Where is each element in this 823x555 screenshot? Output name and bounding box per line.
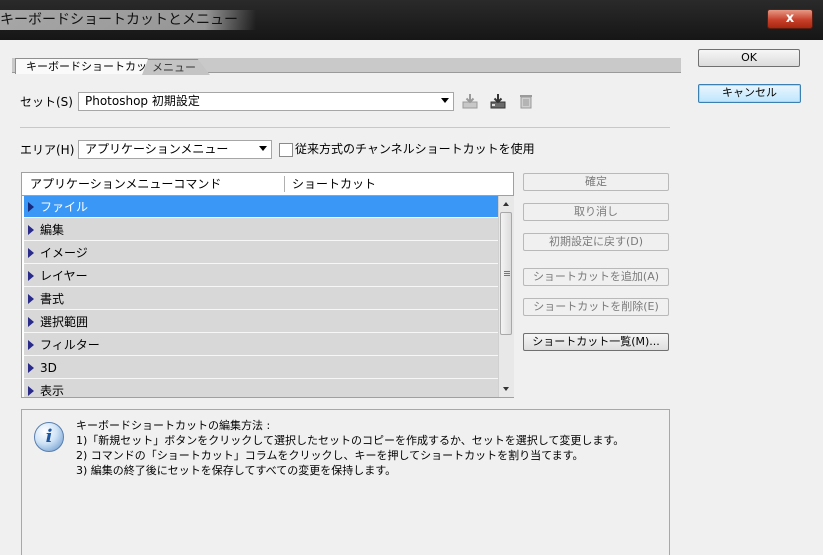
ok-button[interactable]: OK <box>698 49 800 67</box>
window-title: キーボードショートカットとメニュー <box>0 10 256 30</box>
expand-triangle-icon[interactable] <box>28 317 34 327</box>
undo-button[interactable]: 取り消し <box>523 203 669 221</box>
set-dropdown[interactable]: Photoshop 初期設定 <box>78 92 454 111</box>
grip-line <box>504 275 510 276</box>
table-row[interactable]: フィルター <box>24 334 498 356</box>
save-set-as-icon[interactable] <box>489 92 507 110</box>
expand-triangle-icon[interactable] <box>28 225 34 235</box>
reset-default-button[interactable]: 初期設定に戻す(D) <box>523 233 669 251</box>
separator <box>20 127 670 128</box>
tab-keyboard-shortcuts[interactable]: キーボードショートカット <box>15 58 159 74</box>
table-row[interactable]: 編集 <box>24 219 498 241</box>
delete-set-icon[interactable] <box>517 92 535 110</box>
table-row[interactable]: 3D <box>24 357 498 379</box>
table-row[interactable]: レイヤー <box>24 265 498 287</box>
set-label: セット(S) : <box>20 95 81 109</box>
legacy-shortcuts-label: 従来方式のチャンネルショートカットを使用 <box>295 142 535 156</box>
column-header-command[interactable]: アプリケーションメニューコマンド <box>30 173 221 195</box>
table-row[interactable]: 書式 <box>24 288 498 310</box>
area-label: エリア(H) : <box>20 143 83 157</box>
row-label: フィルター <box>40 338 100 352</box>
confirm-button[interactable]: 確定 <box>523 173 669 191</box>
expand-triangle-icon[interactable] <box>28 248 34 258</box>
chevron-down-icon <box>259 146 267 151</box>
row-label: レイヤー <box>40 269 88 283</box>
column-divider <box>284 176 285 192</box>
expand-triangle-icon[interactable] <box>28 202 34 212</box>
cancel-button[interactable]: キャンセル <box>698 84 801 103</box>
vertical-scrollbar[interactable] <box>498 196 514 397</box>
table-row[interactable]: 表示 <box>24 380 498 397</box>
command-table: アプリケーションメニューコマンド ショートカット ファイル 編集 イメージ レイ… <box>21 172 514 398</box>
table-row[interactable]: ファイル <box>24 196 498 218</box>
table-row[interactable]: イメージ <box>24 242 498 264</box>
chevron-down-icon <box>441 98 449 103</box>
column-header-shortcut[interactable]: ショートカット <box>292 173 376 195</box>
set-dropdown-value: Photoshop 初期設定 <box>85 94 200 108</box>
title-bar: キーボードショートカットとメニュー x <box>0 0 823 40</box>
table-row[interactable]: 選択範囲 <box>24 311 498 333</box>
row-label: 表示 <box>40 384 65 397</box>
row-label: 編集 <box>40 223 65 237</box>
expand-triangle-icon[interactable] <box>28 294 34 304</box>
table-rows: ファイル 編集 イメージ レイヤー 書式 選択範囲 フィルター 3D 表示 <box>24 196 498 397</box>
row-label: ファイル <box>40 200 89 214</box>
grip-line <box>504 271 510 272</box>
help-heading: キーボードショートカットの編集方法 : <box>76 419 271 432</box>
row-label: 3D <box>40 361 57 375</box>
expand-triangle-icon[interactable] <box>28 271 34 281</box>
add-shortcut-button[interactable]: ショートカットを追加(A) <box>523 268 669 286</box>
summarize-button[interactable]: ショートカット一覧(M)... <box>523 333 669 351</box>
scroll-down-icon[interactable] <box>503 387 509 391</box>
row-label: 書式 <box>40 292 65 306</box>
info-icon: i <box>34 422 64 452</box>
expand-triangle-icon[interactable] <box>28 363 34 373</box>
help-line-2: 2) コマンドの「ショートカット」コラムをクリックし、キーを押してショートカット… <box>76 449 584 462</box>
scrollbar-thumb[interactable] <box>500 212 512 335</box>
help-box: i キーボードショートカットの編集方法 : 1)「新規セット」ボタンをクリックし… <box>21 409 670 555</box>
save-set-icon[interactable] <box>461 92 479 110</box>
scroll-up-icon[interactable] <box>503 202 509 206</box>
help-line-3: 3) 編集の終了後にセットを保存してすべての変更を保持します。 <box>76 464 397 477</box>
help-line-1: 1)「新規セット」ボタンをクリックして選択したセットのコピーを作成するか、セット… <box>76 434 625 447</box>
expand-triangle-icon[interactable] <box>28 340 34 350</box>
row-label: イメージ <box>40 246 88 260</box>
area-dropdown-value: アプリケーションメニュー <box>85 142 229 156</box>
legacy-shortcuts-checkbox[interactable] <box>279 143 293 157</box>
table-header: アプリケーションメニューコマンド ショートカット <box>22 173 513 196</box>
delete-shortcut-button[interactable]: ショートカットを削除(E) <box>523 298 669 316</box>
area-dropdown[interactable]: アプリケーションメニュー <box>78 140 272 159</box>
grip-line <box>504 273 510 274</box>
row-label: 選択範囲 <box>40 315 89 329</box>
close-button[interactable]: x <box>767 9 813 29</box>
expand-triangle-icon[interactable] <box>28 386 34 396</box>
